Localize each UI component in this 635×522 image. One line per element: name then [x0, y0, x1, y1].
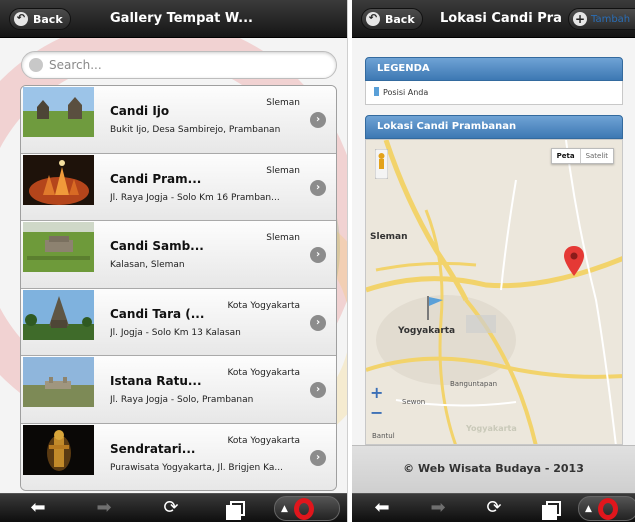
opera-menu-button[interactable]: ▲: [578, 496, 635, 521]
back-arrow-icon: ↶: [14, 12, 28, 26]
item-address: Purawisata Yogyakarta, Jl. Brigjen Ka...: [110, 462, 283, 473]
item-title: Candi Samb...: [110, 239, 204, 253]
flag-icon: [374, 87, 379, 96]
legend-item: Posisi Anda: [365, 81, 623, 105]
chevron-right-icon: ›: [310, 247, 326, 263]
browser-forward-arrow-icon[interactable]: ➡: [422, 497, 454, 519]
current-position-flag-icon: [427, 296, 443, 320]
caret-up-icon: ▲: [585, 503, 592, 514]
map-view[interactable]: Peta Satelit Sleman Yogyakarta Banguntap…: [365, 139, 623, 445]
list-item[interactable]: Sendratari... Kota Yogyakarta Purawisata…: [21, 423, 336, 490]
opera-logo-icon: [597, 497, 618, 520]
footer-copyright: © Web Wisata Budaya - 2013: [403, 462, 584, 475]
caret-up-icon: ▲: [281, 503, 288, 514]
search-bar[interactable]: [21, 51, 337, 79]
back-button[interactable]: ↶ Back: [361, 8, 423, 30]
gallery-header: ↶ Back Gallery Tempat W...: [0, 0, 347, 38]
reload-icon[interactable]: ⟳: [478, 497, 510, 519]
thumbnail-istana-ratu-boko: [23, 357, 94, 407]
map-label-yogyakarta-region: Yogyakarta: [466, 424, 517, 433]
search-icon: [29, 58, 43, 72]
chevron-right-icon: ›: [310, 112, 326, 128]
zoom-in-button[interactable]: +: [370, 383, 383, 402]
chevron-right-icon: ›: [310, 449, 326, 466]
plus-icon: +: [573, 12, 587, 26]
reload-icon[interactable]: ⟳: [155, 497, 187, 519]
chevron-right-icon: ›: [310, 382, 326, 398]
back-label: Back: [385, 12, 415, 26]
thumbnail-candi-sambisari: [23, 222, 94, 272]
item-title: Candi Ijo: [110, 104, 170, 118]
map-label-bantul: Bantul: [372, 432, 395, 440]
thumbnail-candi-prambanan: [23, 154, 94, 205]
add-label: Tambah: [591, 13, 631, 25]
location-pin-icon[interactable]: [564, 246, 584, 276]
item-region: Kota Yogyakarta: [227, 300, 300, 311]
item-region: Sleman: [266, 98, 300, 108]
item-title: Sendratari...: [110, 441, 196, 456]
item-address: Kalasan, Sleman: [110, 260, 185, 270]
map-type-peta[interactable]: Peta: [552, 149, 581, 163]
back-button[interactable]: ↶ Back: [9, 8, 71, 30]
map-type-control: Peta Satelit: [550, 148, 614, 164]
browser-forward-arrow-icon[interactable]: ➡: [88, 497, 120, 519]
browser-back-arrow-icon[interactable]: ⬅: [366, 497, 398, 519]
item-address: Jl. Raya Jogja - Solo, Prambanan: [110, 395, 254, 405]
map-label-sleman: Sleman: [370, 232, 408, 242]
item-region: Kota Yogyakarta: [227, 435, 300, 446]
location-screen: ↶ Back Lokasi Candi Pra... + Tambah LEGE…: [352, 0, 635, 522]
map-label-sewon: Sewon: [402, 398, 426, 406]
map-type-satelit[interactable]: Satelit: [581, 149, 613, 163]
back-label: Back: [33, 12, 63, 26]
page-title: Gallery Tempat W...: [110, 11, 253, 26]
item-region: Sleman: [266, 165, 300, 176]
item-address: Jl. Jogja - Solo Km 13 Kalasan: [110, 327, 241, 338]
thumbnail-sendratari: [23, 424, 94, 475]
location-header: ↶ Back Lokasi Candi Pra... + Tambah: [352, 0, 635, 38]
street-view-pegman-icon[interactable]: [375, 149, 388, 179]
thumbnail-candi-ijo: [23, 87, 94, 137]
back-arrow-icon: ↶: [366, 12, 380, 26]
item-title: Istana Ratu...: [110, 374, 202, 388]
add-button[interactable]: + Tambah: [568, 8, 635, 30]
chevron-right-icon: ›: [310, 179, 326, 196]
list-item[interactable]: Istana Ratu... Kota Yogyakarta Jl. Raya …: [21, 356, 336, 424]
map-label-banguntapan: Banguntapan: [450, 380, 498, 388]
chevron-right-icon: ›: [310, 314, 326, 331]
list-item[interactable]: Candi Samb... Sleman Kalasan, Sleman ›: [21, 221, 336, 289]
thumbnail-candi-tara: [23, 289, 94, 340]
item-title: Candi Tara (...: [110, 306, 205, 321]
footer: © Web Wisata Budaya - 2013: [352, 445, 635, 493]
map-label-yogyakarta: Yogyakarta: [398, 326, 456, 336]
search-input[interactable]: [49, 58, 329, 72]
tabs-icon[interactable]: [226, 501, 245, 520]
zoom-out-button[interactable]: −: [370, 403, 383, 422]
opera-logo-icon: [293, 497, 314, 520]
list-item[interactable]: Candi Ijo Sleman Bukit Ijo, Desa Sambire…: [21, 86, 336, 154]
legend-header[interactable]: LEGENDA: [365, 57, 623, 81]
item-region: Sleman: [266, 233, 300, 243]
browser-toolbar: ⬅ ➡ ⟳ ▲: [0, 493, 347, 522]
item-region: Kota Yogyakarta: [227, 368, 300, 378]
item-title: Candi Pram...: [110, 171, 202, 186]
page-title: Lokasi Candi Pra...: [440, 11, 562, 26]
list-item[interactable]: Candi Pram... Sleman Jl. Raya Jogja - So…: [21, 153, 336, 221]
item-address: Jl. Raya Jogja - Solo Km 16 Pramban...: [110, 192, 280, 203]
tabs-icon[interactable]: [542, 501, 561, 520]
browser-back-arrow-icon[interactable]: ⬅: [22, 497, 54, 519]
legend-item-label: Posisi Anda: [383, 88, 429, 97]
location-section-header[interactable]: Lokasi Candi Prambanan: [365, 115, 623, 139]
gallery-list: Candi Ijo Sleman Bukit Ijo, Desa Sambire…: [20, 85, 337, 491]
opera-menu-button[interactable]: ▲: [274, 496, 340, 521]
list-item[interactable]: Candi Tara (... Kota Yogyakarta Jl. Jogj…: [21, 288, 336, 356]
item-address: Bukit Ijo, Desa Sambirejo, Prambanan: [110, 125, 281, 135]
browser-toolbar: ⬅ ➡ ⟳ ▲: [352, 493, 635, 522]
gallery-screen: ↶ Back Gallery Tempat W... Search... Can…: [0, 0, 348, 522]
